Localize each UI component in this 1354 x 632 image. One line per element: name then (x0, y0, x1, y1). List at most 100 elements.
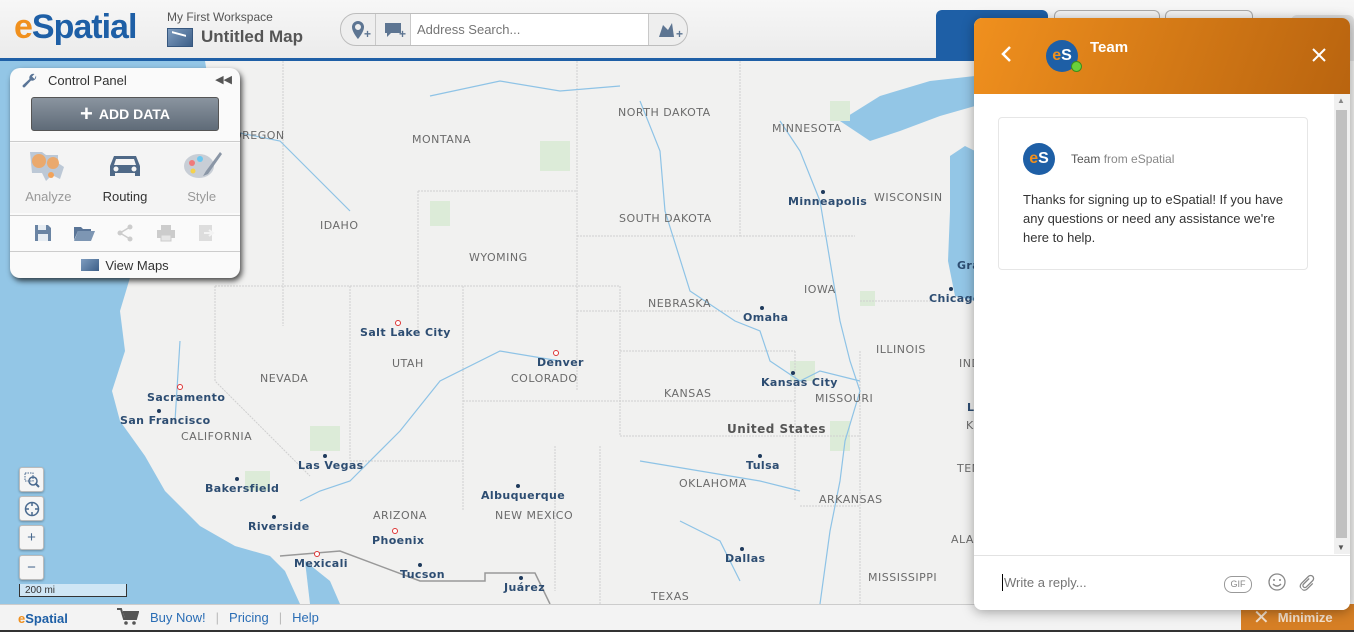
city-dot (760, 306, 764, 310)
state-label: SOUTH DAKOTA (619, 212, 712, 225)
chat-scrollbar[interactable]: ▲ ▼ (1334, 94, 1350, 554)
city-dot (758, 454, 762, 458)
control-panel-header: Control Panel ◀◀ (10, 68, 240, 94)
state-label: CALIFORNIA (181, 430, 253, 443)
car-icon (95, 147, 155, 185)
buy-now-link[interactable]: Buy Now! (150, 610, 206, 625)
city-label: Minneapolis (788, 195, 868, 208)
plus-icon: + (675, 27, 683, 41)
workspace-name[interactable]: My First Workspace (167, 10, 273, 24)
state-label: NORTH DAKOTA (618, 106, 711, 119)
state-label: NEBRASKA (648, 297, 711, 310)
control-panel: Control Panel ◀◀ + ADD DATA Analyze Rout… (10, 68, 240, 278)
city-dot (949, 287, 953, 291)
zoom-to-box-button[interactable] (19, 467, 44, 492)
city-dot (791, 371, 795, 375)
state-label: KANSAS (664, 387, 712, 400)
back-chevron-icon[interactable] (1000, 43, 1012, 69)
reply-input[interactable] (1002, 574, 1206, 591)
message-sender: Team from eSpatial (1071, 152, 1175, 166)
state-label: NEW MEXICO (495, 509, 574, 522)
chat-header: eS Team (974, 18, 1350, 94)
city-label: Denver (537, 356, 584, 369)
state-label: WYOMING (469, 251, 528, 264)
divider (10, 251, 240, 252)
add-comment-button[interactable]: + (376, 14, 411, 45)
city-dot (272, 515, 276, 519)
state-label: OREGON (233, 129, 285, 142)
address-search-input[interactable] (411, 14, 648, 45)
city-label: Mexicali (294, 557, 348, 570)
attachment-icon[interactable] (1294, 573, 1317, 596)
divider (10, 141, 240, 142)
save-icon[interactable] (32, 223, 54, 243)
footer-logo[interactable]: eSpatial (18, 611, 68, 626)
state-label: NEVADA (260, 372, 309, 385)
plus-icon: + (27, 529, 36, 546)
emoji-icon[interactable] (1268, 573, 1286, 596)
help-link[interactable]: Help (292, 610, 319, 625)
map-title-group[interactable]: Untitled Map (167, 27, 303, 47)
sender-avatar: eS (1023, 143, 1055, 175)
map-icon (167, 27, 193, 47)
online-status-indicator (1071, 61, 1082, 72)
locate-button[interactable] (19, 496, 44, 521)
state-label: MONTANA (412, 133, 472, 146)
zoom-out-button[interactable]: − (19, 555, 44, 580)
state-label: IDAHO (320, 219, 359, 232)
tool-row: Analyze Routing Style (10, 143, 240, 213)
plus-icon: + (363, 27, 371, 41)
add-data-button[interactable]: + ADD DATA (31, 97, 219, 131)
state-label: UTAH (392, 357, 424, 370)
control-panel-title: Control Panel (48, 73, 127, 88)
footer-links: Buy Now! | Pricing | Help (150, 610, 319, 625)
close-icon[interactable] (1312, 42, 1326, 68)
city-label: Tucson (400, 568, 445, 581)
pricing-link[interactable]: Pricing (229, 610, 269, 625)
map-title[interactable]: Untitled Map (201, 27, 303, 47)
collapse-icon[interactable]: ◀◀ (215, 73, 232, 86)
add-territory-button[interactable]: + (648, 14, 687, 45)
message-card: eS Team from eSpatial Thanks for signing… (998, 117, 1308, 270)
city-label: Omaha (743, 311, 789, 324)
analyze-button[interactable]: Analyze (18, 143, 78, 213)
city-dot (418, 563, 422, 567)
state-label: MISSISSIPPI (868, 571, 938, 584)
open-folder-icon[interactable] (73, 223, 95, 243)
view-maps-button[interactable]: View Maps (10, 253, 240, 277)
city-label: Tulsa (746, 459, 780, 472)
state-label: ARIZONA (373, 509, 427, 522)
city-label: Riverside (248, 520, 310, 533)
print-icon[interactable] (155, 223, 177, 243)
scroll-up-arrow-icon[interactable]: ▲ (1337, 96, 1345, 105)
minus-icon: − (27, 559, 36, 576)
gif-button[interactable]: GIF (1224, 576, 1252, 593)
style-button[interactable]: Style (172, 143, 232, 213)
state-label: ILLINOIS (876, 343, 926, 356)
city-dot (323, 454, 327, 458)
minimize-label: Minimize (1277, 609, 1333, 625)
routing-button[interactable]: Routing (95, 143, 155, 213)
separator: | (278, 610, 283, 625)
espatial-logo[interactable]: eSpatial (14, 8, 137, 47)
add-pin-button[interactable]: + (341, 14, 376, 45)
zoom-in-button[interactable]: + (19, 525, 44, 550)
city-dot (519, 576, 523, 580)
city-label: San Francisco (120, 414, 211, 427)
export-icon[interactable] (196, 223, 218, 243)
city-label: Juárez (504, 581, 546, 594)
state-label: WISCONSIN (874, 191, 943, 204)
city-dot (821, 190, 825, 194)
separator: | (215, 610, 220, 625)
state-label: MINNESOTA (772, 122, 842, 135)
city-label: Phoenix (372, 534, 425, 547)
wrench-icon (22, 73, 38, 92)
city-dot (157, 409, 161, 413)
cart-icon[interactable] (117, 608, 140, 631)
share-icon[interactable] (114, 223, 136, 243)
palette-icon (172, 147, 232, 185)
scrollbar-thumb[interactable] (1336, 110, 1347, 538)
city-label: Dallas (725, 552, 766, 565)
state-label: ARKANSAS (819, 493, 883, 506)
scroll-down-arrow-icon[interactable]: ▼ (1337, 543, 1345, 552)
